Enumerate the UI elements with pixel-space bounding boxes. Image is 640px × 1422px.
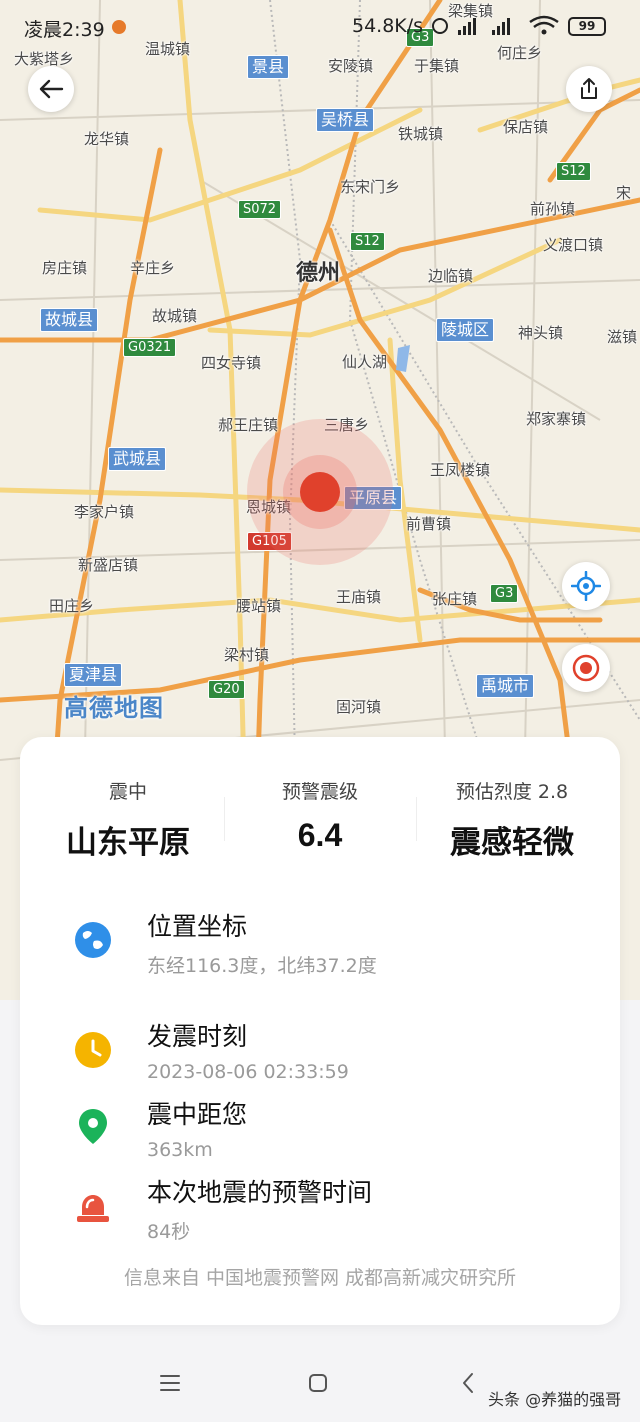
globe-icon: [75, 922, 111, 958]
place-label: 保店镇: [503, 118, 549, 136]
epicenter-value: 山东平原: [66, 825, 190, 861]
highway-shield: G20: [208, 680, 245, 699]
network-speed: 54.8K/s: [352, 15, 424, 37]
siren-icon: [77, 1195, 109, 1222]
place-label: 张庄镇: [432, 590, 478, 608]
place-label: 新盛店镇: [78, 556, 139, 574]
place-label: 宋: [616, 184, 632, 202]
place-label: 滋镇: [607, 328, 638, 346]
place-label: 仙人湖: [342, 353, 388, 371]
clock-icon: [75, 1032, 111, 1068]
home-square-icon: [309, 1374, 327, 1392]
share-button[interactable]: [566, 66, 612, 112]
epicenter-stat: 震中 山东平原: [28, 777, 228, 862]
magnitude-value: 6.4: [297, 817, 343, 853]
place-label: 梁村镇: [224, 646, 270, 664]
place-label: 故城镇: [152, 307, 198, 325]
warning-time-title: 本次地震的预警时间: [147, 1178, 373, 1207]
place-label: 辛庄乡: [130, 259, 176, 277]
location-pin-icon: [79, 1109, 107, 1144]
place-label: 义渡口镇: [543, 236, 604, 254]
county-badge: 故城县: [40, 308, 99, 332]
source-watermark: 头条 @养猫的强哥: [488, 1390, 622, 1409]
time-value: 2023-08-06 02:33:59: [147, 1061, 349, 1083]
place-label: 铁城镇: [398, 125, 444, 143]
earthquake-info-card: 震中 山东平原 预警震级 6.4 预估烈度 2.8 震感轻微 位置坐标 东经11…: [20, 737, 620, 1325]
coordinates-title: 位置坐标: [147, 912, 248, 941]
target-icon: [572, 654, 600, 682]
place-label: 前曹镇: [406, 515, 452, 533]
county-badge: 吴桥县: [316, 108, 375, 132]
magnitude-stat: 预警震级 6.4: [220, 777, 420, 854]
menu-nav-button[interactable]: [150, 1368, 190, 1398]
highway-shield: S072: [238, 200, 282, 219]
place-label: 房庄镇: [42, 259, 88, 277]
distance-value: 363km: [147, 1139, 213, 1161]
locate-button[interactable]: [562, 562, 610, 610]
intensity-value: 震感轻微: [450, 825, 574, 861]
map-watermark: 高德地图: [64, 694, 164, 722]
county-badge: 夏津县: [64, 663, 123, 687]
place-label: 神头镇: [518, 324, 564, 342]
time-title: 发震时刻: [147, 1022, 248, 1051]
place-label: 王庙镇: [336, 588, 382, 606]
arrow-left-icon: [39, 79, 64, 99]
share-icon: [581, 78, 597, 99]
notification-icon: [112, 20, 126, 34]
chevron-left-icon: [463, 1373, 473, 1393]
county-badge: 禹城市: [476, 674, 535, 698]
intensity-label: 预估烈度 2.8: [455, 781, 569, 803]
home-nav-button[interactable]: [298, 1368, 338, 1398]
county-badge: 景县: [247, 55, 290, 79]
place-label: 四女寺镇: [201, 354, 262, 372]
source-credit: 信息来自 中国地震预警网 成都高新减灾研究所: [123, 1267, 517, 1289]
place-label: 边临镇: [428, 267, 474, 285]
place-label: 于集镇: [414, 57, 460, 75]
intensity-stat: 预估烈度 2.8 震感轻微: [412, 777, 612, 862]
highway-shield: G0321: [123, 338, 177, 357]
highway-shield: S12: [350, 232, 385, 251]
county-badge: 陵城区: [436, 318, 495, 342]
place-label: 李家户镇: [74, 503, 135, 521]
place-label: 王凤楼镇: [430, 461, 491, 479]
distance-title: 震中距您: [147, 1100, 248, 1129]
epicenter-marker[interactable]: [300, 472, 340, 512]
place-label: 田庄乡: [49, 597, 95, 615]
magnitude-label: 预警震级: [281, 781, 358, 803]
warning-time-value: 84秒: [147, 1221, 191, 1243]
epicenter-focus-button[interactable]: [562, 644, 610, 692]
place-label: 固河镇: [336, 698, 382, 716]
status-time: 凌晨2:39: [24, 19, 105, 41]
highway-shield: G3: [490, 584, 519, 603]
back-button[interactable]: [28, 66, 74, 112]
place-label: 腰站镇: [236, 597, 282, 615]
place-label: 安陵镇: [328, 57, 374, 75]
crosshair-icon: [571, 571, 601, 601]
battery-indicator: 99: [568, 17, 606, 36]
signal-wifi-icon: [430, 14, 560, 42]
place-label: 郑家寨镇: [526, 410, 587, 428]
county-badge: 武城县: [108, 447, 167, 471]
coordinates-value: 东经116.3度，北纬37.2度: [147, 955, 377, 977]
back-nav-button[interactable]: [448, 1368, 488, 1398]
highway-shield: S12: [556, 162, 591, 181]
epicenter-label: 震中: [108, 781, 147, 803]
place-label: 郝王庄镇: [218, 416, 279, 434]
place-label: 龙华镇: [84, 130, 130, 148]
status-bar: 凌晨2:39 54.8K/s 99: [0, 0, 640, 54]
place-label: 前孙镇: [530, 200, 576, 218]
place-label: 东宋门乡: [340, 178, 401, 196]
city-label: 德州: [296, 261, 341, 286]
menu-icon: [160, 1375, 180, 1391]
